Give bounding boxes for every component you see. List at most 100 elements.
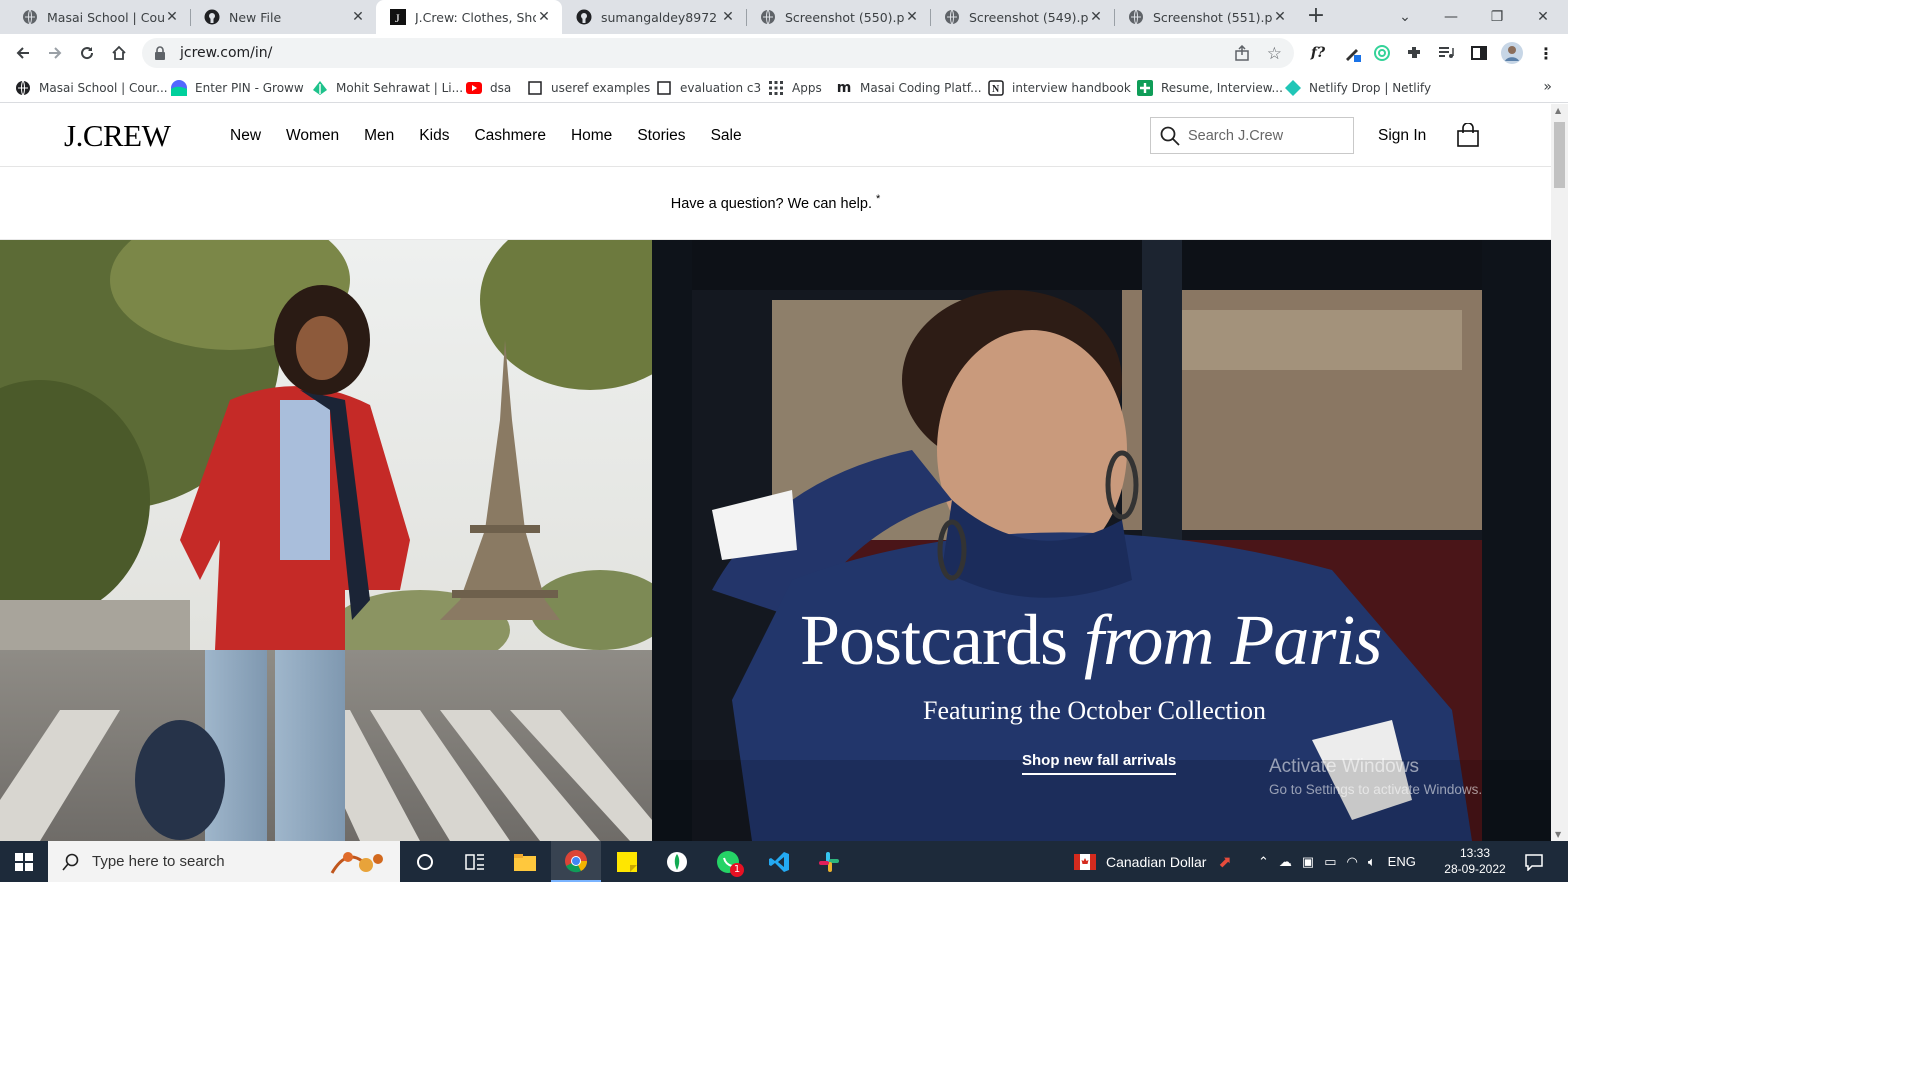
device-icon[interactable]: ▣ — [1302, 854, 1314, 870]
taskbar-search-box[interactable]: Type here to search — [48, 841, 400, 882]
start-button[interactable] — [0, 841, 48, 882]
close-icon[interactable]: ✕ — [1272, 9, 1288, 25]
tab-screenshot-549[interactable]: Screenshot (549).png ✕ — [930, 0, 1114, 34]
tab-masai[interactable]: Masai School | Course ✕ — [8, 0, 190, 34]
media-queue-icon[interactable] — [1432, 39, 1460, 67]
bookmark-netlify[interactable]: Netlify Drop | Netlify — [1285, 78, 1431, 98]
bookmarks-overflow-button[interactable]: » — [1543, 79, 1552, 95]
tab-jcrew[interactable]: J J.Crew: Clothes, Shoes ✕ — [376, 0, 562, 34]
close-icon[interactable]: ✕ — [1088, 9, 1104, 25]
task-view-icon[interactable] — [450, 841, 500, 882]
forward-button[interactable] — [40, 38, 70, 68]
lock-icon[interactable] — [154, 46, 168, 60]
window-close-button[interactable]: ✕ — [1520, 0, 1566, 34]
mongodb-compass-icon[interactable] — [652, 841, 702, 882]
help-footnote-star: * — [875, 192, 881, 205]
tab-strip: Masai School | Course ✕ New File ✕ J J.C… — [0, 0, 1568, 34]
currency-widget[interactable]: Canadian Dollar ⬈ — [1074, 841, 1232, 882]
nav-stories[interactable]: Stories — [637, 127, 685, 145]
bookmark-dsa[interactable]: dsa — [466, 78, 511, 98]
scroll-down-arrow-icon[interactable]: ▼ — [1555, 830, 1561, 839]
nav-kids[interactable]: Kids — [419, 127, 449, 145]
bookmark-groww[interactable]: Enter PIN - Groww — [171, 78, 304, 98]
system-clock[interactable]: 13:33 28-09-2022 — [1440, 845, 1510, 877]
spiral-extension-icon[interactable] — [1368, 39, 1396, 67]
site-search[interactable] — [1150, 117, 1354, 154]
search-icon[interactable] — [1159, 125, 1181, 147]
scrollbar-thumb[interactable] — [1554, 122, 1565, 188]
url-text[interactable]: jcrew.com/in/ — [180, 45, 272, 61]
shop-fall-arrivals-link[interactable]: Shop new fall arrivals — [1022, 752, 1177, 775]
language-indicator[interactable]: ENG — [1388, 854, 1416, 869]
share-icon[interactable] — [1234, 44, 1250, 65]
address-bar[interactable]: jcrew.com/in/ ☆ — [142, 38, 1294, 68]
volume-icon[interactable]: 🔈︎ — [1368, 854, 1376, 870]
show-hidden-icons-chevron-icon[interactable]: ⌃ — [1258, 854, 1269, 870]
nav-cashmere[interactable]: Cashmere — [474, 127, 546, 145]
task-view-cortana-icon[interactable] — [400, 841, 450, 882]
close-icon[interactable]: ✕ — [536, 9, 552, 25]
whatsapp-icon[interactable]: 1 — [703, 841, 753, 882]
slack-icon[interactable] — [804, 841, 854, 882]
nav-sale[interactable]: Sale — [711, 127, 742, 145]
new-tab-button[interactable]: + — [1303, 4, 1329, 30]
shopping-bag-icon[interactable] — [1456, 122, 1480, 147]
wifi-icon[interactable]: ◠ — [1347, 854, 1358, 870]
bookmark-useref[interactable]: useref examples — [527, 78, 650, 98]
close-icon[interactable]: ✕ — [720, 9, 736, 25]
tab-search-chevron-icon[interactable]: ⌄ — [1382, 0, 1428, 34]
bookmark-star-icon[interactable]: ☆ — [1267, 44, 1282, 64]
bookmark-apps[interactable]: Apps — [768, 78, 822, 98]
chrome-taskbar-icon[interactable] — [551, 841, 601, 882]
scroll-up-arrow-icon[interactable]: ▲ — [1555, 106, 1561, 115]
puzzle-extensions-icon[interactable] — [1400, 39, 1428, 67]
tab-github-profile[interactable]: sumangaldey8972 (Su ✕ — [562, 0, 746, 34]
formula-extension-icon[interactable]: f? — [1304, 39, 1332, 67]
onedrive-cloud-icon[interactable]: ☁ — [1279, 854, 1292, 870]
help-text[interactable]: Have a question? We can help. — [671, 196, 872, 212]
bookmark-label: evaluation c3 — [680, 81, 762, 95]
pen-extension-icon[interactable] — [1338, 39, 1366, 67]
close-icon[interactable]: ✕ — [350, 9, 366, 25]
close-icon[interactable]: ✕ — [904, 9, 920, 25]
minimize-button[interactable]: — — [1428, 0, 1474, 34]
restore-button[interactable]: ❐ — [1474, 0, 1520, 34]
bookmark-masai[interactable]: Masai School | Cour... — [15, 78, 168, 98]
page-scrollbar[interactable]: ▲ ▼ — [1551, 104, 1568, 841]
bookmark-label: Masai School | Cour... — [39, 81, 168, 95]
profile-avatar[interactable] — [1498, 39, 1526, 67]
file-explorer-icon[interactable] — [500, 841, 550, 882]
tab-new-file[interactable]: New File ✕ — [190, 0, 376, 34]
home-button[interactable] — [104, 38, 134, 68]
bookmark-resume[interactable]: Resume, Interview... — [1137, 78, 1283, 98]
tab-screenshot-551[interactable]: Screenshot (551).png ✕ — [1114, 0, 1298, 34]
sticky-notes-icon[interactable] — [602, 841, 652, 882]
close-icon[interactable]: ✕ — [164, 9, 180, 25]
search-input[interactable] — [1188, 127, 1348, 144]
sign-in-link[interactable]: Sign In — [1378, 127, 1426, 145]
hero-image-paris-street[interactable] — [0, 240, 652, 841]
nav-men[interactable]: Men — [364, 127, 394, 145]
jcrew-logo[interactable]: J.CREW — [64, 118, 171, 154]
bookmark-interview-handbook[interactable]: N interview handbook — [988, 78, 1131, 98]
arrow-left-icon — [16, 47, 29, 59]
side-panel-icon[interactable] — [1465, 39, 1493, 67]
bookmark-mohit[interactable]: Mohit Sehrawat | Li... — [312, 78, 463, 98]
bookmark-evaluation[interactable]: evaluation c3 — [656, 78, 761, 98]
battery-icon[interactable]: ▭ — [1324, 854, 1336, 870]
taskbar-search-placeholder[interactable]: Type here to search — [92, 853, 225, 870]
notification-center-icon[interactable] — [1524, 841, 1544, 882]
youtube-icon — [466, 80, 482, 96]
github-icon — [576, 9, 592, 25]
nav-new[interactable]: New — [230, 127, 261, 145]
reload-button[interactable] — [72, 38, 102, 68]
hero-image-woman-in-car[interactable] — [652, 240, 1551, 841]
tab-screenshot-550[interactable]: Screenshot (550).png ✕ — [746, 0, 930, 34]
back-button[interactable] — [8, 38, 38, 68]
nav-women[interactable]: Women — [286, 127, 339, 145]
vscode-icon[interactable] — [754, 841, 804, 882]
kebab-menu-icon[interactable]: ⋮ — [1532, 39, 1560, 67]
bookmark-masai-coding[interactable]: m Masai Coding Platf... — [836, 78, 982, 98]
site-header: J.CREW New Women Men Kids Cashmere Home … — [0, 104, 1551, 167]
nav-home[interactable]: Home — [571, 127, 612, 145]
